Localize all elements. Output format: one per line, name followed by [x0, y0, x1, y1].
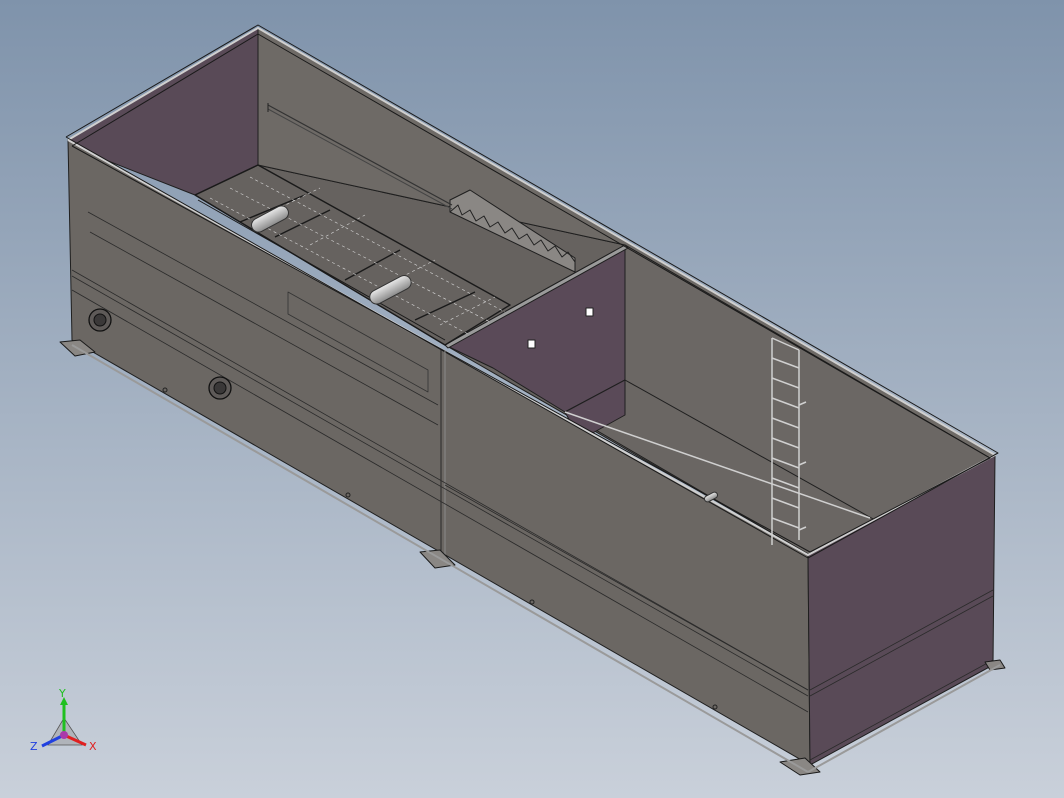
partition-hole	[585, 307, 594, 317]
cad-graphics-viewport[interactable]: Y X Z	[0, 0, 1064, 798]
nozzle-left	[88, 308, 112, 332]
triad-origin	[60, 731, 68, 739]
partition-hole	[527, 339, 536, 349]
nozzle-center	[208, 376, 232, 400]
model-canvas[interactable]: Y X Z	[0, 0, 1064, 798]
triad-x-label: X	[89, 740, 97, 753]
triad-y-label: Y	[58, 687, 66, 700]
triad-z-label: Z	[30, 740, 38, 753]
